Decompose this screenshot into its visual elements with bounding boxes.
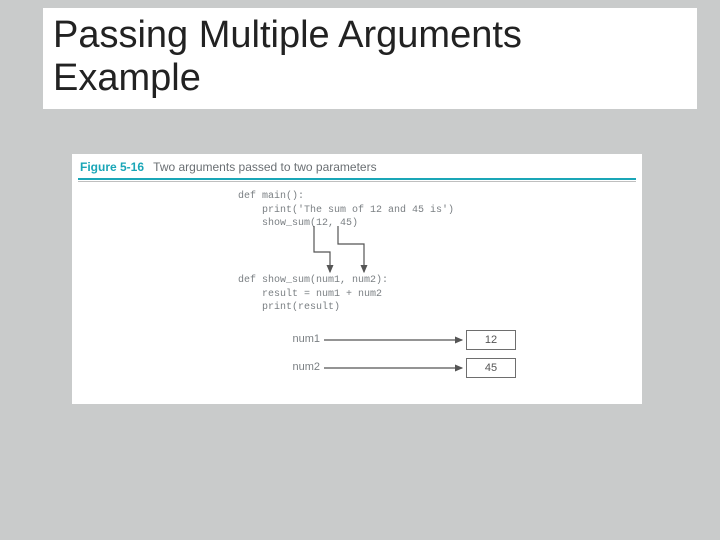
figure-rule-accent (78, 178, 636, 180)
slide-title-block: Passing Multiple Arguments Example (43, 8, 697, 109)
param-box-num2: 45 (466, 358, 516, 378)
code-showsum: def show_sum(num1, num2): result = num1 … (238, 274, 388, 315)
figure-body: def main(): print('The sum of 12 and 45 … (72, 182, 642, 392)
figure-panel: Figure 5-16 Two arguments passed to two … (72, 154, 642, 404)
param-box-num1: 12 (466, 330, 516, 350)
figure-header: Figure 5-16 Two arguments passed to two … (72, 154, 642, 178)
slide-title-line1: Passing Multiple Arguments (53, 14, 522, 56)
slide-title: Passing Multiple Arguments Example (53, 14, 687, 99)
param-label-num1: num1 (272, 333, 320, 345)
slide: Passing Multiple Arguments Example Figur… (0, 0, 720, 540)
figure-caption: Two arguments passed to two parameters (153, 160, 376, 174)
figure-label: Figure 5-16 (80, 160, 144, 174)
code-main: def main(): print('The sum of 12 and 45 … (238, 190, 454, 231)
param-label-num2: num2 (272, 361, 320, 373)
slide-title-line2: Example (53, 57, 201, 99)
